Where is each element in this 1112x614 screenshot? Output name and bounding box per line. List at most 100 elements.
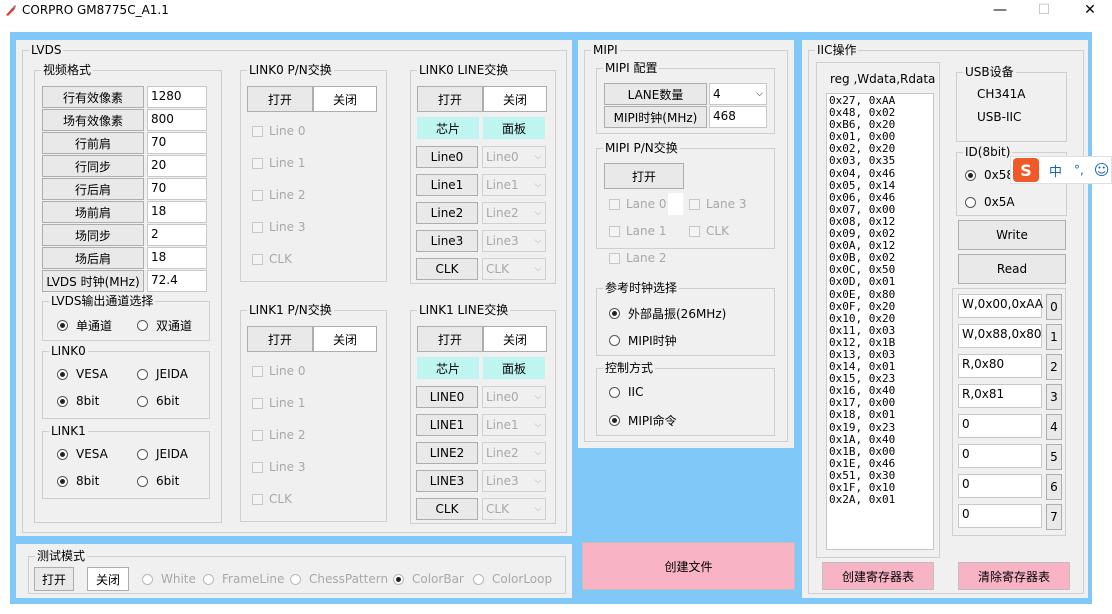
- iic-command-send-button[interactable]: 7: [1046, 504, 1062, 530]
- pn-line-checkbox[interactable]: Line 0: [252, 364, 305, 378]
- frameline-radio[interactable]: FrameLine: [203, 572, 284, 586]
- iic-command-send-button[interactable]: 6: [1046, 474, 1062, 500]
- id-0x5a-radio[interactable]: 0x5A: [965, 195, 1015, 209]
- iic-command-input[interactable]: W,0x00,0xAA: [958, 294, 1043, 318]
- line-swap-select[interactable]: CLK ⌵: [482, 258, 546, 280]
- clear-register-table-button[interactable]: 清除寄存器表: [958, 562, 1070, 590]
- line-swap-button[interactable]: Line0: [416, 146, 478, 168]
- register-entry[interactable]: 0x10, 0x20: [829, 312, 931, 325]
- link0-8bit-radio[interactable]: 8bit: [57, 394, 99, 408]
- iic-command-send-button[interactable]: 1: [1046, 324, 1062, 350]
- mipi-clock-input[interactable]: 468: [709, 106, 767, 128]
- line-swap-select[interactable]: Line0 ⌵: [482, 386, 546, 408]
- link0-vesa-radio[interactable]: VESA: [57, 367, 108, 381]
- ime-toolbar[interactable]: S 中 °, ☺: [1010, 156, 1112, 184]
- line-swap-select[interactable]: Line2 ⌵: [482, 202, 546, 224]
- id-0x58-radio[interactable]: 0x58: [965, 168, 1014, 182]
- line-swap-button[interactable]: LINE0: [416, 386, 478, 408]
- line-swap-select[interactable]: Line3 ⌵: [482, 470, 546, 492]
- line-swap-select[interactable]: Line3 ⌵: [482, 230, 546, 252]
- create-file-button[interactable]: 创建文件: [582, 542, 795, 590]
- video-param-input[interactable]: 1280: [147, 86, 207, 108]
- video-param-input[interactable]: 70: [147, 132, 207, 154]
- lane0-checkbox[interactable]: Lane 0: [609, 197, 666, 211]
- register-entry[interactable]: 0x1B, 0x00: [829, 445, 931, 458]
- register-entry[interactable]: 0x18, 0x01: [829, 409, 931, 421]
- link0-line-close-button[interactable]: 关闭: [483, 86, 547, 112]
- test-open-button[interactable]: 打开: [34, 567, 74, 591]
- line-swap-button[interactable]: Line3: [416, 230, 478, 252]
- iic-command-input[interactable]: R,0x80: [958, 354, 1042, 378]
- pn-line-checkbox[interactable]: Line 2: [252, 188, 305, 202]
- line-swap-button[interactable]: Line1: [416, 174, 478, 196]
- write-button[interactable]: Write: [958, 220, 1066, 250]
- line-swap-button[interactable]: CLK: [416, 498, 478, 520]
- colorloop-radio[interactable]: ColorLoop: [473, 572, 552, 586]
- test-close-button[interactable]: 关闭: [87, 567, 129, 591]
- lane2-checkbox[interactable]: Lane 2: [609, 251, 666, 265]
- line-swap-select[interactable]: Line2 ⌵: [482, 442, 546, 464]
- link0-line-open-button[interactable]: 打开: [417, 86, 483, 112]
- line-swap-select[interactable]: Line1 ⌵: [482, 414, 546, 436]
- link1-line-close-button[interactable]: 关闭: [483, 326, 547, 352]
- mipi-pn-open-button[interactable]: 打开: [604, 163, 684, 189]
- pn-line-checkbox[interactable]: Line 1: [252, 156, 305, 170]
- pn-line-checkbox[interactable]: CLK: [252, 252, 292, 266]
- pn-line-checkbox[interactable]: Line 1: [252, 396, 305, 410]
- maximize-button[interactable]: ☐: [1021, 0, 1067, 22]
- iic-command-send-button[interactable]: 0: [1046, 294, 1062, 320]
- white-radio[interactable]: White: [142, 572, 196, 586]
- iic-radio[interactable]: IIC: [609, 385, 643, 399]
- iic-command-input[interactable]: W,0x88,0x80: [958, 324, 1042, 348]
- line-swap-button[interactable]: Line2: [416, 202, 478, 224]
- link0-pn-open-button[interactable]: 打开: [247, 86, 313, 112]
- link1-pn-close-button[interactable]: 关闭: [313, 326, 377, 352]
- single-channel-radio[interactable]: 单通道: [57, 317, 112, 334]
- pn-line-checkbox[interactable]: Line 2: [252, 428, 305, 442]
- iic-command-send-button[interactable]: 3: [1046, 384, 1062, 410]
- register-entry[interactable]: 0x0F, 0x20: [829, 300, 931, 313]
- mipi-clock-radio[interactable]: MIPI时钟: [609, 332, 677, 349]
- link1-pn-open-button[interactable]: 打开: [247, 326, 313, 352]
- register-entry[interactable]: 0x03, 0x35: [829, 155, 931, 167]
- minimize-button[interactable]: —: [977, 0, 1023, 22]
- chesspattern-radio[interactable]: ChessPattern: [290, 572, 388, 586]
- iic-command-input[interactable]: 0: [958, 474, 1042, 498]
- lane3-checkbox[interactable]: Lane 3: [689, 197, 746, 211]
- video-param-input[interactable]: 2: [147, 224, 207, 246]
- register-entry[interactable]: 0x0E, 0x80: [829, 288, 931, 301]
- line-swap-select[interactable]: CLK ⌵: [482, 498, 546, 520]
- register-entry[interactable]: 0x0D, 0x01: [829, 276, 931, 288]
- video-param-input[interactable]: 800: [147, 109, 207, 131]
- video-param-input[interactable]: 18: [147, 247, 207, 269]
- video-param-input[interactable]: 18: [147, 201, 207, 223]
- register-entry[interactable]: 0x2A, 0x01: [829, 493, 931, 506]
- register-entry[interactable]: 0x04, 0x46: [829, 167, 931, 180]
- pn-line-checkbox[interactable]: Line 3: [252, 220, 305, 234]
- video-param-input[interactable]: 70: [147, 178, 207, 200]
- iic-command-send-button[interactable]: 2: [1046, 354, 1062, 380]
- read-button[interactable]: Read: [958, 254, 1066, 284]
- iic-command-send-button[interactable]: 4: [1046, 414, 1062, 440]
- iic-command-input[interactable]: 0: [958, 504, 1042, 528]
- pn-line-checkbox[interactable]: Line 0: [252, 124, 305, 138]
- register-entry[interactable]: 0x19, 0x23: [829, 421, 931, 434]
- link1-8bit-radio[interactable]: 8bit: [57, 474, 99, 488]
- link0-jeida-radio[interactable]: JEIDA: [137, 367, 188, 381]
- dual-channel-radio[interactable]: 双通道: [137, 317, 192, 334]
- link1-jeida-radio[interactable]: JEIDA: [137, 447, 188, 461]
- pn-line-checkbox[interactable]: Line 3: [252, 460, 305, 474]
- close-button[interactable]: ✕: [1067, 0, 1112, 22]
- colorbar-radio[interactable]: ColorBar: [393, 572, 464, 586]
- link1-line-open-button[interactable]: 打开: [417, 326, 483, 352]
- line-swap-button[interactable]: LINE3: [416, 470, 478, 492]
- mipi-clk-checkbox[interactable]: CLK: [689, 224, 729, 238]
- line-swap-select[interactable]: Line1 ⌵: [482, 174, 546, 196]
- iic-command-input[interactable]: 0: [958, 444, 1042, 468]
- link0-6bit-radio[interactable]: 6bit: [137, 394, 179, 408]
- link1-6bit-radio[interactable]: 6bit: [137, 474, 179, 488]
- register-entry[interactable]: 0x05, 0x14: [829, 179, 931, 192]
- line-swap-button[interactable]: CLK: [416, 258, 478, 280]
- register-entry[interactable]: 0x1A, 0x40: [829, 433, 931, 446]
- register-list[interactable]: 0x27, 0xAA 0x48, 0x02 0xB6, 0x20 0x01, 0x00…: [826, 93, 934, 550]
